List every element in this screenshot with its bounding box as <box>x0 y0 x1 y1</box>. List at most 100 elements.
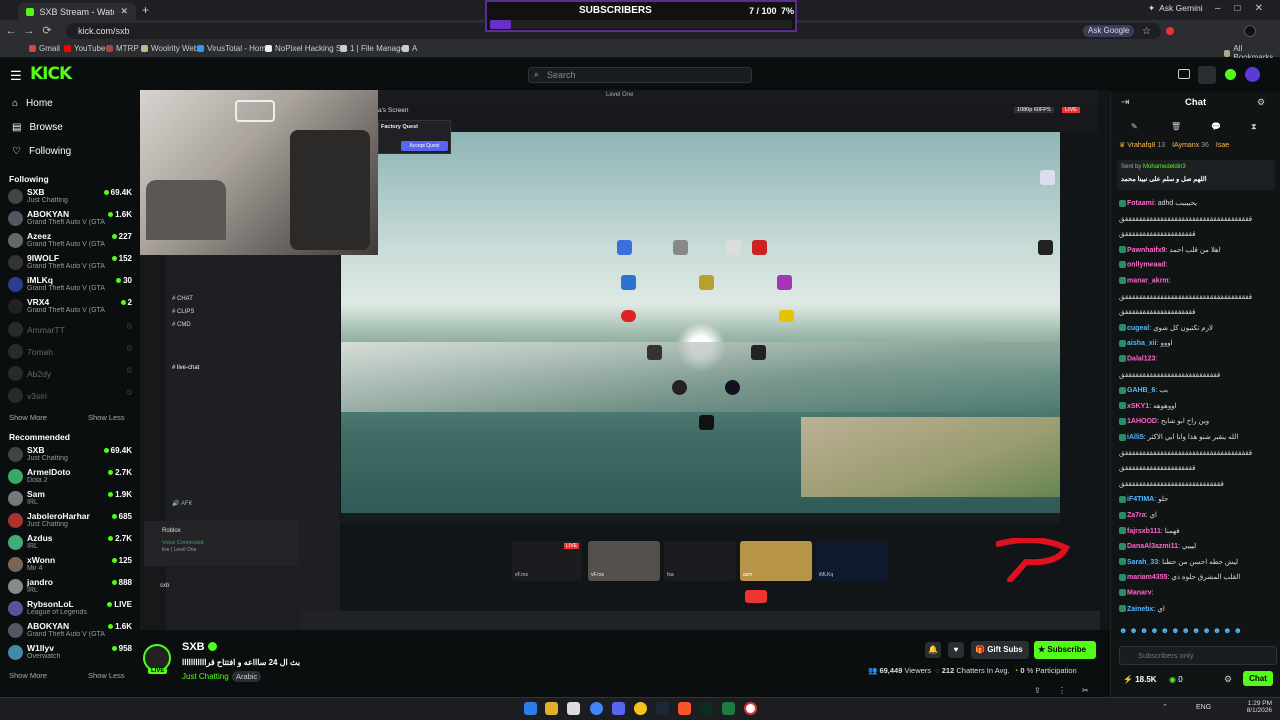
file-explorer-icon[interactable] <box>545 702 558 715</box>
chat-username[interactable]: DanaAl3azmi11 <box>1127 543 1178 550</box>
chat-message[interactable]: قققققققققققققققققققققققققققق <box>1119 371 1279 379</box>
channel-afk[interactable]: 🔊 AFK <box>172 500 192 507</box>
chat-message[interactable]: iAlli5: الله ينقبر شنو هذا وانا ابي الاك… <box>1119 433 1279 441</box>
sidebar-channel[interactable]: xWonn Mir 4 125 <box>8 554 132 576</box>
desktop-app-icon[interactable] <box>647 345 662 360</box>
chat-username[interactable]: cugeal <box>1127 325 1149 332</box>
pinned-message[interactable]: Sent by Mohamedeldin3 اللهم صل و سلم على… <box>1117 160 1275 190</box>
chat-message[interactable]: Dalal123: <box>1119 355 1279 362</box>
back-icon[interactable]: ← <box>4 24 18 38</box>
kick-coin-icon[interactable] <box>1225 69 1236 80</box>
chat-message[interactable]: ققققققققققققققققققققق <box>1119 464 1279 472</box>
forward-icon[interactable]: → <box>22 24 36 38</box>
chat-username[interactable]: iAlli5 <box>1127 434 1144 441</box>
chat-username[interactable]: fajrsxb111 <box>1127 528 1161 535</box>
ask-google-button[interactable]: Ask Google <box>1083 25 1135 37</box>
chat-username[interactable]: 1AHOOD <box>1127 418 1157 425</box>
chat-message[interactable]: cugeal: لازم تكتبون كل شوي <box>1119 324 1279 332</box>
gift-subs-button[interactable]: 🎁 Gift Subs <box>971 641 1029 659</box>
chrome-icon[interactable] <box>590 702 603 715</box>
end-call-button[interactable] <box>745 590 767 603</box>
desktop-app-icon[interactable] <box>672 380 687 395</box>
trash-icon[interactable]: 🗑 <box>1171 122 1181 131</box>
bookmark-mtrp[interactable]: MTRP <box>106 44 139 53</box>
kicks-balance[interactable]: ⚡ 18.5K <box>1123 675 1157 684</box>
show-less-following[interactable]: Show Less <box>88 413 125 422</box>
notepad-icon[interactable] <box>567 702 580 715</box>
chat-bubble-icon[interactable]: 💬 <box>1211 122 1221 131</box>
chat-message[interactable]: ققققققققققققققققققققق <box>1119 230 1279 238</box>
chat-username[interactable]: Sarah_33 <box>1127 559 1158 566</box>
stream-category[interactable]: Just Chatting <box>182 672 229 681</box>
chat-username[interactable]: Manarv <box>1127 589 1152 596</box>
bookmark-nopixel[interactable]: NoPixel Hacking S... <box>265 44 348 53</box>
user-avatar[interactable] <box>1245 67 1260 82</box>
extension-icon[interactable] <box>1166 27 1174 35</box>
sidebar-channel[interactable]: ABOKYAN Grand Theft Auto V (GTA) 1.6K <box>8 620 132 642</box>
channel-cmd[interactable]: # CMD <box>172 322 191 328</box>
chat-message[interactable]: Fotaami: adhd يحببببب <box>1119 199 1279 207</box>
sidebar-channel[interactable]: ABOKYAN Grand Theft Auto V (GTA) 1.6K <box>8 208 132 230</box>
sidebar-channel[interactable]: jandro IRL 888 <box>8 576 132 598</box>
sidebar-channel[interactable]: Azeez Grand Theft Auto V (GTA) 227 <box>8 230 132 252</box>
profile-avatar[interactable] <box>1244 25 1256 37</box>
layout-icon[interactable] <box>1198 66 1216 84</box>
chat-input[interactable]: Subscribers only <box>1119 646 1277 665</box>
language-tag[interactable]: Arabic <box>232 671 262 682</box>
chat-message[interactable]: ققققققققققققققققققققققققققققققققققققق <box>1119 449 1279 457</box>
show-less-recommended[interactable]: Show Less <box>88 671 125 680</box>
chat-message[interactable]: ققققققققققققققققققققققققققققققققققققق <box>1119 293 1279 301</box>
sidebar-channel[interactable]: Sam IRL 1.9K <box>8 488 132 510</box>
chat-message[interactable]: GAHB_6: بب <box>1119 386 1279 394</box>
follow-heart-icon[interactable]: ♥ <box>948 642 964 658</box>
chat-username[interactable]: mariam4355 <box>1127 574 1167 581</box>
chat-message[interactable]: Zainebx: اي <box>1119 605 1279 613</box>
ask-gemini-button[interactable]: ✦ Ask Gemini <box>1148 3 1203 14</box>
subscribe-button[interactable]: ★ Subscribe <box>1034 641 1096 659</box>
hourglass-icon[interactable]: ⧗ <box>1251 122 1257 132</box>
chat-username[interactable]: Dalal123 <box>1127 355 1155 362</box>
nav-following[interactable]: ♡ Following <box>12 146 71 157</box>
streamer-name[interactable]: SXB <box>182 641 205 653</box>
call-tile[interactable]: vF.rxs <box>588 541 660 581</box>
desktop-app-icon[interactable] <box>777 275 792 290</box>
desktop-app-icon[interactable] <box>1040 170 1055 185</box>
sidebar-channel[interactable]: Azdus IRL 2.7K <box>8 532 132 554</box>
close-tab-icon[interactable]: ✕ <box>120 6 128 17</box>
chat-message[interactable]: aisha_xii: اووو <box>1119 339 1279 347</box>
chat-username[interactable]: GAHB_6 <box>1127 387 1155 394</box>
windows-start-icon[interactable] <box>524 702 537 715</box>
sidebar-channel[interactable]: ArmelDoto Dota 2 2.7K <box>8 466 132 488</box>
chat-message[interactable]: mariam4355: القلب المشرق حلوه ذي <box>1119 573 1279 581</box>
sidebar-channel[interactable]: JaboleroHarhar Just Chatting 685 <box>8 510 132 532</box>
sidebar-channel[interactable]: RybsonLoL League of Legends LIVE <box>8 598 132 620</box>
nav-browse[interactable]: ▤ Browse <box>12 122 63 133</box>
chat-username[interactable]: Fotaami <box>1127 200 1154 207</box>
call-tile[interactable]: azm <box>740 541 812 581</box>
chat-message[interactable]: 1AHOOD: وين راح ابو شابح <box>1119 417 1279 425</box>
desktop-app-icon[interactable] <box>699 275 714 290</box>
obs-icon[interactable] <box>744 702 757 715</box>
desktop-app-icon[interactable] <box>1038 240 1053 255</box>
pin-icon[interactable]: ✎ <box>1131 122 1138 131</box>
chat-settings-icon[interactable]: ⚙ <box>1224 674 1232 685</box>
points-balance[interactable]: ◉ 0 <box>1169 675 1183 684</box>
theater-mode-icon[interactable] <box>1178 69 1190 79</box>
show-more-following[interactable]: Show More <box>9 413 47 422</box>
new-tab-button[interactable]: + <box>142 3 149 17</box>
accept-quest-button[interactable]: Accept Quest <box>401 141 448 151</box>
chat-username[interactable]: onllymeaad <box>1127 262 1166 269</box>
sidebar-channel-offline[interactable]: v3siri ⦸ <box>8 385 132 407</box>
sidebar-channel-offline[interactable]: 7omah ⦸ <box>8 341 132 363</box>
emote-bar[interactable]: ☻☻☻☻☻☻☻☻☻☻☻☻ <box>1119 626 1275 636</box>
excel-icon[interactable] <box>722 702 735 715</box>
chat-message[interactable]: Sarah_33: ليش حطه احسن من حطنا <box>1119 558 1279 566</box>
desktop-app-icon[interactable] <box>726 240 741 255</box>
nav-home[interactable]: ⌂ Home <box>12 98 53 109</box>
bookmark-gmail[interactable]: Gmail <box>29 44 60 53</box>
search-input[interactable]: Search <box>528 67 752 83</box>
tray-chevron-icon[interactable]: ⌃ <box>1162 703 1168 711</box>
sidebar-channel-offline[interactable]: Ab2dy ⦸ <box>8 363 132 385</box>
chat-message[interactable]: Manarv: <box>1119 589 1279 596</box>
input-language[interactable]: ENG <box>1196 704 1211 711</box>
